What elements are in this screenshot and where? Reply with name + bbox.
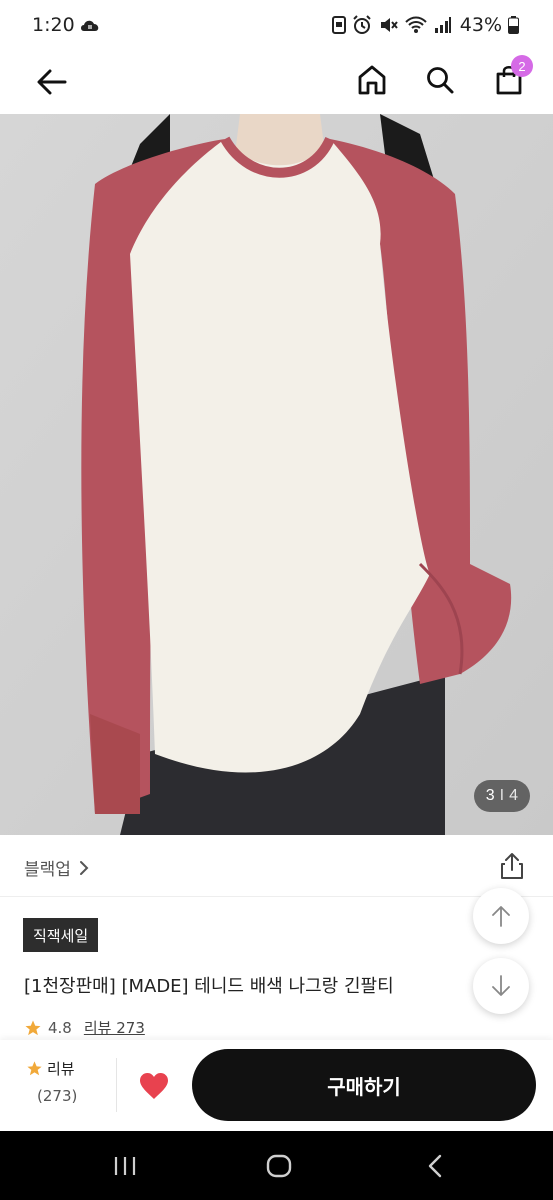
recents-button[interactable] (110, 1151, 140, 1181)
system-navigation-bar (0, 1131, 553, 1200)
rating-value: 4.8 (48, 1018, 72, 1037)
share-button[interactable] (496, 850, 528, 882)
like-button[interactable] (133, 1066, 175, 1106)
battery-percentage: 43% (459, 14, 502, 36)
status-bar: 1:20 43% (0, 0, 553, 52)
back-button[interactable] (32, 62, 72, 102)
star-icon (25, 1020, 41, 1035)
image-counter-separator: I (499, 787, 505, 804)
product-photo (0, 114, 553, 835)
buy-button[interactable]: 구매하기 (192, 1049, 536, 1121)
cart-count-badge: 2 (511, 55, 533, 77)
alarm-icon (353, 15, 371, 34)
signal-icon (434, 17, 451, 33)
app-bar: 2 (0, 52, 553, 114)
system-home-button[interactable] (264, 1151, 294, 1181)
system-back-icon (428, 1154, 442, 1178)
search-button[interactable] (420, 60, 460, 100)
recents-icon (114, 1157, 136, 1175)
system-back-button[interactable] (420, 1151, 450, 1181)
heart-icon (140, 1073, 168, 1099)
image-counter-current: 3 (485, 787, 495, 804)
home-icon (358, 65, 386, 95)
scroll-up-button[interactable] (473, 888, 529, 944)
review-link[interactable]: 리뷰 273 (84, 1017, 145, 1038)
status-icons: 43% (331, 14, 519, 36)
brand-link[interactable]: 블랙업 (24, 855, 89, 880)
system-home-icon (266, 1154, 292, 1178)
battery-icon (508, 16, 519, 34)
home-button[interactable] (352, 60, 392, 100)
screenshot-icon (331, 16, 346, 34)
review-label: 리뷰 (47, 1060, 75, 1078)
share-icon (501, 853, 523, 879)
mute-icon (380, 18, 398, 32)
product-image[interactable]: 3 I 4 (0, 114, 553, 835)
brand-row: 블랙업 (0, 835, 553, 897)
status-time: 1:20 (32, 14, 75, 36)
image-counter: 3 I 4 (473, 780, 530, 812)
arrow-down-icon (492, 975, 510, 996)
image-counter-total: 4 (509, 787, 518, 804)
product-title: [1천장판매] [MADE] 테니드 배색 나그랑 긴팔티 (24, 976, 394, 997)
brand-name: 블랙업 (24, 860, 71, 880)
scroll-down-button[interactable] (473, 958, 529, 1014)
back-arrow-icon (37, 69, 67, 95)
review-count: (273) (37, 1087, 78, 1105)
rating-row: 4.8 리뷰 273 (24, 1017, 145, 1038)
purchase-bar: 리뷰 (273) 구매하기 (0, 1040, 553, 1131)
arrow-up-icon (492, 906, 510, 927)
review-summary[interactable]: 리뷰 (273) (26, 1058, 106, 1105)
chevron-right-icon (79, 860, 89, 875)
search-icon (427, 67, 454, 94)
star-icon (27, 1061, 42, 1076)
divider (116, 1058, 117, 1112)
review-summary-top: 리뷰 (26, 1058, 106, 1079)
sale-badge: 직잭세일 (23, 918, 99, 952)
cloud-sync-icon (81, 20, 99, 31)
wifi-icon (405, 16, 427, 33)
